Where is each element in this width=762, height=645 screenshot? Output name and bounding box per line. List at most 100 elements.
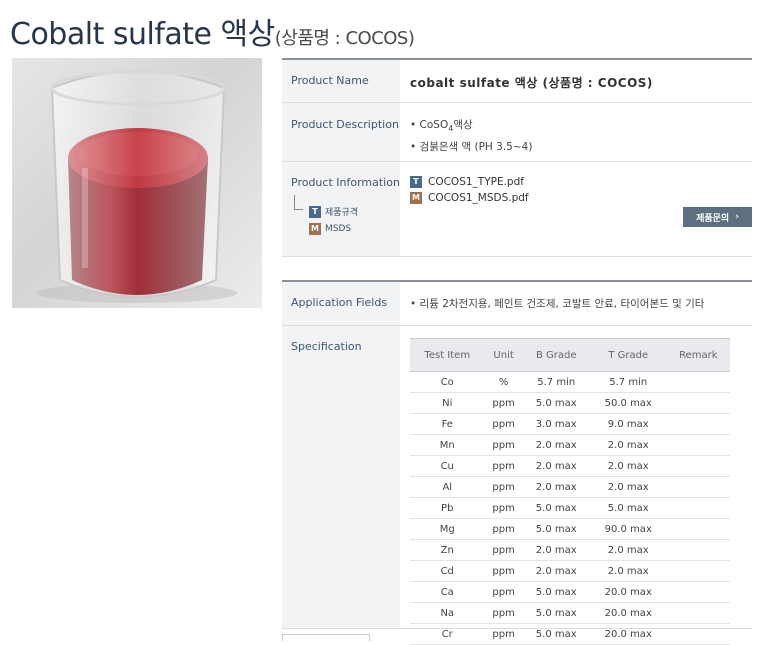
table-cell: 5.0 max (589, 497, 667, 519)
table-cell: ppm (484, 560, 523, 582)
application-fields-label: Application Fields (282, 282, 400, 325)
table-cell: Ni (410, 392, 485, 414)
table-cell (666, 623, 730, 645)
table-cell: 2.0 max (589, 455, 667, 477)
table-cell: Cu (410, 455, 485, 477)
table-cell (666, 476, 730, 498)
table-cell: ppm (484, 476, 523, 498)
file-name: COCOS1_TYPE.pdf (428, 176, 524, 188)
product-description-row: Product Description • CoSO4액상 • 검붉은색 액 (… (282, 103, 752, 162)
table-cell: ppm (484, 455, 523, 477)
table-cell: 2.0 max (522, 539, 590, 561)
spec-sheet-link-label: 제품규격 (325, 208, 359, 218)
title-subtitle: (상품명 : COCOS) (274, 28, 415, 49)
table-cell: Co (410, 371, 485, 393)
product-information-label-cell: Product Information T 제품규격 M MSDS (282, 162, 400, 256)
product-information-row: Product Information T 제품규격 M MSDS T COCO… (282, 162, 752, 257)
table-cell: Pb (410, 497, 485, 519)
application-fields-row: Application Fields • 리튬 2차전지용, 페인트 건조제, … (282, 282, 752, 326)
product-information-files: T COCOS1_TYPE.pdf M COCOS1_MSDS.pdf 제품문의… (400, 162, 752, 256)
page-title: Cobalt sulfate 액상(상품명 : COCOS) (10, 9, 415, 53)
msds-link[interactable]: M MSDS (309, 223, 351, 235)
specification-table-cell: Test Item Unit B Grade T Grade Remark Co% 5.7… (400, 326, 752, 645)
title-main: Cobalt sulfate 액상 (10, 17, 275, 52)
table-cell: Cd (410, 560, 485, 582)
table-cell: ppm (484, 623, 523, 645)
tree-arrow-icon (294, 195, 303, 210)
table-row: Cd ppm 2.0 max 2.0 max (410, 560, 730, 582)
specification-label: Specification (282, 326, 400, 628)
table-row: Cu ppm 2.0 max 2.0 max (410, 455, 730, 477)
table-cell: 5.7 min (589, 371, 667, 393)
msds-badge-icon: M (410, 192, 422, 204)
table-cell: ppm (484, 434, 523, 456)
table-cell (666, 434, 730, 456)
table-cell (666, 371, 730, 393)
table-cell: 5.0 max (522, 623, 590, 645)
spec-table-body: Co% 5.7 min 5.7 min Ni ppm 5.0 max 50.0 max Fe p… (410, 371, 730, 645)
table-cell (666, 581, 730, 603)
table-row: Na ppm 5.0 max 20.0 max (410, 602, 730, 624)
table-row: Zn ppm 2.0 max 2.0 max (410, 539, 730, 561)
table-row: Ni ppm 5.0 max 50.0 max (410, 392, 730, 414)
spec-sheet-link[interactable]: T 제품규격 (309, 205, 358, 218)
table-cell: 2.0 max (589, 539, 667, 561)
table-row: Fe ppm 3.0 max 9.0 max (410, 413, 730, 435)
table-cell: 20.0 max (589, 581, 667, 603)
table-cell: Fe (410, 413, 485, 435)
description-line-1: • CoSO4액상 (410, 116, 752, 138)
table-row: Pb ppm 5.0 max 5.0 max (410, 497, 730, 519)
table-cell: 90.0 max (589, 518, 667, 540)
msds-link-label: MSDS (325, 224, 352, 234)
table-cell: % (484, 371, 523, 393)
table-cell: 50.0 max (589, 392, 667, 414)
file-link-type-pdf[interactable]: T COCOS1_TYPE.pdf (410, 174, 752, 190)
table-row: Cr ppm 5.0 max 20.0 max (410, 623, 730, 645)
table-cell: 2.0 max (589, 560, 667, 582)
table-cell: 20.0 max (589, 602, 667, 624)
table-cell: ppm (484, 518, 523, 540)
description-formula-suffix: 액상 (453, 119, 473, 131)
table-cell: Na (410, 602, 485, 624)
product-name-row: Product Name cobalt sulfate 액상 (상품명 : CO… (282, 60, 752, 103)
file-name: COCOS1_MSDS.pdf (428, 192, 529, 204)
file-link-msds-pdf[interactable]: M COCOS1_MSDS.pdf (410, 190, 752, 206)
table-cell: 5.0 max (522, 497, 590, 519)
product-photo (12, 58, 262, 308)
table-cell: 20.0 max (589, 623, 667, 645)
product-description-label: Product Description (282, 103, 400, 161)
application-spec-panel: Application Fields • 리튬 2차전지용, 페인트 건조제, … (282, 280, 752, 645)
table-cell: 2.0 max (522, 455, 590, 477)
description-line-2: • 검붉은색 액 (PH 3.5~4) (410, 141, 533, 154)
specification-table: Test Item Unit B Grade T Grade Remark Co% 5.7… (410, 338, 730, 645)
product-name-label: Product Name (282, 60, 400, 102)
table-cell: Mn (410, 434, 485, 456)
specification-row: Specification Test Item Unit B Grade T Grad… (282, 326, 752, 645)
spec-column-header: Test Item (410, 338, 485, 372)
table-row: Ca ppm 5.0 max 20.0 max (410, 581, 730, 603)
table-cell: ppm (484, 497, 523, 519)
table-cell: Cr (410, 623, 485, 645)
table-cell: 2.0 max (522, 560, 590, 582)
table-cell: 2.0 max (522, 434, 590, 456)
table-cell: ppm (484, 413, 523, 435)
table-cell: 5.0 max (522, 581, 590, 603)
table-cell (666, 560, 730, 582)
table-cell: Mg (410, 518, 485, 540)
table-cell: ppm (484, 581, 523, 603)
application-fields-value: • 리튬 2차전지용, 페인트 건조제, 코발트 안료, 타이어본드 및 기타 (410, 298, 705, 310)
product-inquiry-button[interactable]: 제품문의 › (683, 207, 752, 227)
table-cell: 5.0 max (522, 518, 590, 540)
spec-header-row: Test Item Unit B Grade T Grade Remark (410, 338, 730, 372)
table-cell: 2.0 max (589, 434, 667, 456)
table-cell: 3.0 max (522, 413, 590, 435)
table-cell (666, 539, 730, 561)
product-description-value: • CoSO4액상 • 검붉은색 액 (PH 3.5~4) (400, 103, 752, 161)
chevron-right-icon: › (735, 212, 739, 222)
table-cell: 5.0 max (522, 602, 590, 624)
table-row: Co% 5.7 min 5.7 min (410, 371, 730, 393)
beaker-red-liquid-icon (37, 70, 237, 303)
table-cell: Al (410, 476, 485, 498)
table-cell (666, 497, 730, 519)
product-information-label: Product Information (291, 176, 400, 189)
